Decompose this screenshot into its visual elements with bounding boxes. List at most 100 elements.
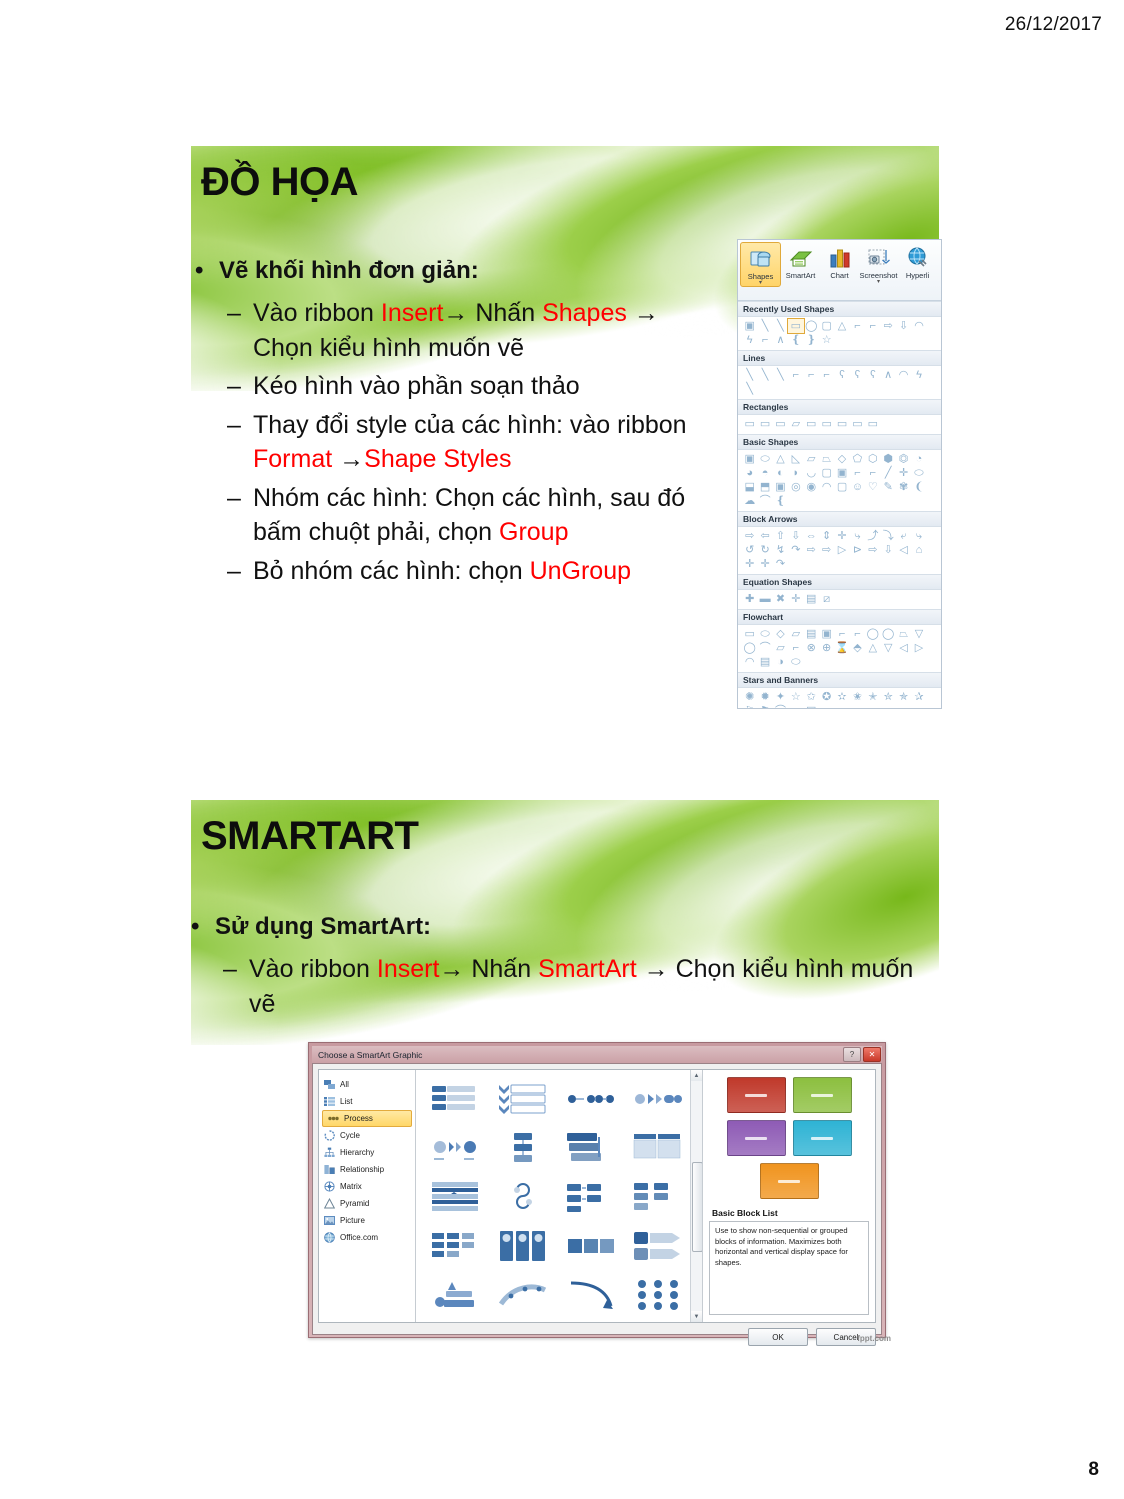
shape-cell[interactable]: ⬢ — [881, 452, 896, 466]
scroll-down-icon[interactable]: ▼ — [691, 1311, 702, 1322]
shape-cell[interactable]: ↷ — [773, 557, 788, 571]
shape-cell[interactable]: ◠ — [819, 480, 834, 494]
shape-cell[interactable]: ϟ — [911, 368, 926, 382]
shape-cell[interactable]: ◐ — [773, 466, 788, 480]
shape-cell[interactable]: ⇦ — [757, 529, 772, 543]
layout-thumbnail[interactable] — [626, 1125, 690, 1171]
shape-cell[interactable]: ▤ — [757, 655, 772, 669]
shape-cell[interactable]: ↷ — [788, 543, 803, 557]
category-picture[interactable]: Picture — [319, 1212, 415, 1229]
shape-cell[interactable]: ⬘ — [850, 641, 865, 655]
shape-cell[interactable]: ⌛ — [834, 641, 849, 655]
shape-cell[interactable]: ◕ — [742, 466, 757, 480]
ribbon-button-hyperli[interactable]: Hyperli — [898, 242, 937, 280]
shape-cell[interactable]: ⇨ — [804, 543, 819, 557]
shape-group-grid[interactable]: ⇨ ⇦ ⇧ ⇩ ⇔ ⇕ ✛ ⤷ ⤴ ⤵ ⤶ ⤷ ↺ ↻ ↯ ↷ ⇨ ⇨ ▷ ⊳ ⇨ ⇩ ◁ ⌂ ✛ ✛ ↷ — [738, 527, 941, 574]
shape-cell[interactable]: ◯ — [804, 319, 819, 333]
shape-cell[interactable]: ⌁ — [850, 704, 865, 708]
shape-cell[interactable]: ▤ — [804, 704, 819, 708]
shape-cell[interactable]: ✎ — [881, 480, 896, 494]
shape-cell[interactable]: ▭ — [850, 417, 865, 431]
shape-cell[interactable]: ✩ — [804, 690, 819, 704]
shape-cell[interactable]: ✛ — [757, 557, 772, 571]
shape-cell[interactable]: ⇧ — [773, 529, 788, 543]
shape-cell[interactable]: ◎ — [788, 480, 803, 494]
shape-cell[interactable]: ▭ — [834, 417, 849, 431]
shape-cell[interactable]: ▱ — [773, 641, 788, 655]
shape-cell[interactable]: ╱ — [881, 466, 896, 480]
shape-cell[interactable]: ◡ — [804, 466, 819, 480]
ribbon-button-shapes[interactable]: Shapes ▾ — [740, 242, 781, 287]
shape-cell[interactable]: ⌐ — [850, 627, 865, 641]
shape-cell[interactable]: ▣ — [742, 319, 757, 333]
layout-thumbnail[interactable] — [626, 1076, 690, 1122]
ok-button[interactable]: OK — [748, 1328, 808, 1346]
shape-cell[interactable]: ◠ — [896, 368, 911, 382]
shape-cell[interactable]: ♡ — [865, 480, 880, 494]
layout-thumbnail[interactable] — [491, 1174, 555, 1220]
category-relationship[interactable]: Relationship — [319, 1161, 415, 1178]
shape-cell[interactable]: ⤷ — [850, 529, 865, 543]
shape-cell[interactable]: ʕ — [834, 368, 849, 382]
shape-cell[interactable]: ⌒ — [757, 494, 772, 508]
shape-cell[interactable]: ❨ — [911, 480, 926, 494]
shape-cell[interactable]: ▽ — [881, 641, 896, 655]
shape-cell[interactable]: ╲ — [757, 319, 772, 333]
shape-cell[interactable]: ◇ — [834, 452, 849, 466]
shape-cell[interactable]: ▽ — [911, 627, 926, 641]
layout-thumbnail[interactable] — [626, 1223, 690, 1269]
shape-cell[interactable]: ⚐ — [742, 704, 757, 708]
shape-cell[interactable]: ✺ — [742, 690, 757, 704]
shape-cell[interactable]: ▷ — [911, 641, 926, 655]
shape-cell[interactable]: ▭ — [787, 318, 805, 334]
shape-cell[interactable]: ▢ — [819, 466, 834, 480]
shape-cell[interactable]: ▭ — [742, 417, 757, 431]
shape-cell[interactable]: ▭ — [757, 417, 772, 431]
layout-thumbnail[interactable] — [559, 1125, 623, 1171]
category-cycle[interactable]: Cycle — [319, 1127, 415, 1144]
shape-cell[interactable]: ⬓ — [742, 480, 757, 494]
shape-cell[interactable]: ▱ — [788, 417, 803, 431]
shape-cell[interactable]: ⚑ — [757, 704, 772, 708]
shape-cell[interactable]: ▣ — [742, 452, 757, 466]
shape-cell[interactable]: ⌐ — [804, 368, 819, 382]
shape-cell[interactable]: ⌐ — [865, 466, 880, 480]
shape-cell[interactable]: ▭ — [742, 627, 757, 641]
shape-cell[interactable]: ◗ — [788, 466, 803, 480]
help-icon[interactable]: ? — [843, 1047, 861, 1062]
shape-cell[interactable]: ✪ — [819, 690, 834, 704]
shape-cell[interactable]: ⬭ — [757, 627, 772, 641]
shape-cell[interactable]: ✾ — [896, 480, 911, 494]
ribbon-button-chart[interactable]: Chart — [820, 242, 859, 280]
shape-cell[interactable]: ▬ — [757, 592, 772, 606]
shape-cell[interactable]: ⌐ — [865, 319, 880, 333]
shape-cell[interactable]: ❵ — [804, 333, 819, 347]
scroll-thumb[interactable] — [692, 1162, 702, 1252]
shape-cell[interactable]: ▣ — [819, 627, 834, 641]
shape-cell[interactable]: ⌒ — [757, 641, 772, 655]
shape-cell[interactable]: ⌐ — [819, 368, 834, 382]
shape-cell[interactable]: ▭ — [865, 417, 880, 431]
shape-cell[interactable]: ◯ — [881, 627, 896, 641]
layout-thumbnail[interactable] — [626, 1174, 690, 1220]
shape-cell[interactable]: ✹ — [757, 690, 772, 704]
shape-cell[interactable]: ⬒ — [757, 480, 772, 494]
shape-cell[interactable]: ✫ — [834, 690, 849, 704]
shape-cell[interactable]: △ — [773, 452, 788, 466]
shape-cell[interactable]: ▭ — [819, 417, 834, 431]
layout-thumbnail[interactable] — [626, 1272, 690, 1318]
shape-cell[interactable]: ☆ — [788, 690, 803, 704]
shape-cell[interactable]: ↻ — [757, 543, 772, 557]
shape-cell[interactable]: ⌐ — [850, 466, 865, 480]
shape-cell[interactable]: ⌒ — [773, 704, 788, 708]
layout-thumbnail[interactable] — [559, 1223, 623, 1269]
shape-cell[interactable]: ✖ — [773, 592, 788, 606]
shape-cell[interactable]: ◇ — [773, 627, 788, 641]
shape-cell[interactable]: ↺ — [742, 543, 757, 557]
shape-cell[interactable]: ▱ — [788, 627, 803, 641]
shape-cell[interactable]: ❴ — [788, 333, 803, 347]
shape-cell[interactable]: ✯ — [896, 690, 911, 704]
shape-cell[interactable]: ⌂ — [911, 543, 926, 557]
shape-cell[interactable]: ↯ — [773, 543, 788, 557]
category-list[interactable]: All List Process Cycle Hierarchy Relationship… — [319, 1070, 416, 1322]
